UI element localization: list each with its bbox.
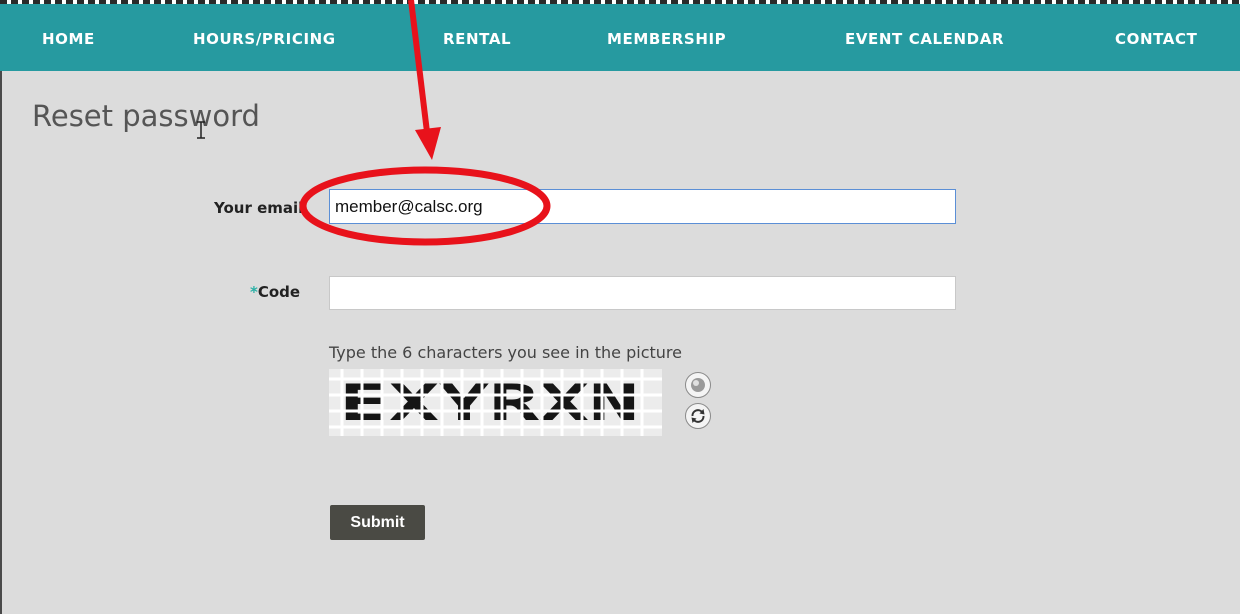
required-mark: * bbox=[250, 283, 258, 301]
captcha-hint: Type the 6 characters you see in the pic… bbox=[329, 343, 682, 362]
nav-event-calendar-link[interactable]: EVENT CALENDAR bbox=[845, 30, 1004, 48]
nav-membership-link[interactable]: MEMBERSHIP bbox=[607, 30, 726, 48]
captcha-image: EXYRXN bbox=[329, 369, 662, 436]
code-label: Code bbox=[257, 283, 301, 301]
refresh-icon bbox=[691, 409, 705, 423]
content-area: Reset password Your email *Code Type the… bbox=[0, 71, 1240, 614]
nav-home-link[interactable]: HOME bbox=[42, 30, 95, 48]
nav-rental-link[interactable]: RENTAL bbox=[443, 30, 511, 48]
submit-button[interactable]: Submit bbox=[330, 505, 425, 540]
code-field[interactable] bbox=[329, 276, 956, 310]
code-label-group: *Code bbox=[250, 283, 300, 301]
captcha-refresh-button[interactable] bbox=[685, 403, 711, 429]
main-nav: HOME HOURS/PRICING RENTAL MEMBERSHIP EVE… bbox=[0, 4, 1240, 71]
nav-hours-pricing-link[interactable]: HOURS/PRICING bbox=[193, 30, 336, 48]
captcha-audio-button[interactable] bbox=[685, 372, 711, 398]
email-label: Your email bbox=[214, 199, 304, 217]
page-title: Reset password bbox=[32, 99, 260, 133]
email-field[interactable] bbox=[329, 189, 956, 224]
speaker-icon bbox=[691, 378, 705, 392]
captcha-characters: EXYRXN bbox=[339, 374, 639, 432]
nav-contact-link[interactable]: CONTACT bbox=[1115, 30, 1197, 48]
